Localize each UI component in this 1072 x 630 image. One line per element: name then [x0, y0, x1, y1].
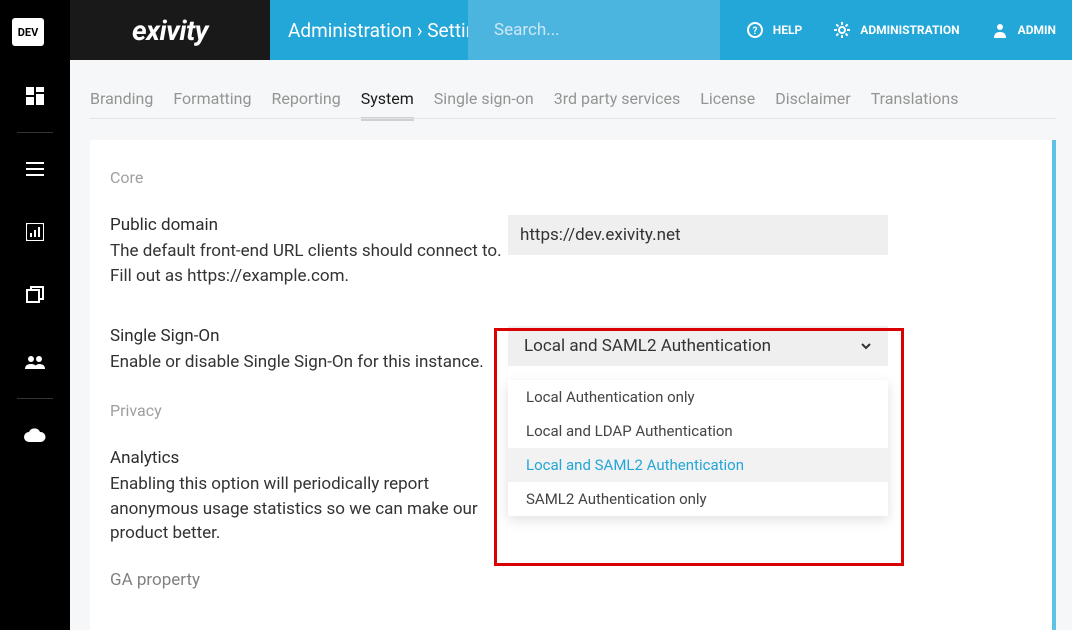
user-icon [992, 22, 1008, 38]
sso-option-ldap[interactable]: Local and LDAP Authentication [508, 414, 888, 448]
sso-option-local[interactable]: Local Authentication only [508, 380, 888, 414]
user-link[interactable]: ADMIN [976, 22, 1072, 38]
field-sso: Single Sign-On Enable or disable Single … [110, 326, 1052, 375]
dashboard-icon[interactable] [0, 82, 70, 110]
tab-branding[interactable]: Branding [90, 89, 153, 121]
tab-reporting[interactable]: Reporting [272, 89, 341, 121]
public-domain-label: Public domain [110, 215, 508, 235]
analytics-help: Enabling this option will periodically r… [110, 472, 508, 546]
analytics-label: Analytics [110, 448, 508, 468]
cloud-icon[interactable] [0, 421, 70, 449]
sidebar-divider [17, 132, 53, 133]
sso-option-saml-only[interactable]: SAML2 Authentication only [508, 482, 888, 516]
chevron-down-icon [860, 340, 872, 352]
field-ga: GA property [110, 570, 1052, 594]
help-icon: ? [747, 22, 763, 38]
top-nav: ? HELP ADMINISTRATION ADMIN [731, 0, 1072, 60]
public-domain-help: The default front-end URL clients should… [110, 239, 508, 288]
public-domain-input[interactable] [508, 215, 888, 255]
field-public-domain: Public domain The default front-end URL … [110, 215, 1052, 288]
sso-label: Single Sign-On [110, 326, 508, 346]
gear-icon [834, 22, 850, 38]
sso-help: Enable or disable Single Sign-On for thi… [110, 350, 508, 375]
sidebar-divider [17, 398, 53, 399]
menu-icon[interactable] [0, 155, 70, 183]
chart-icon[interactable] [0, 218, 70, 246]
sso-option-saml[interactable]: Local and SAML2 Authentication [508, 448, 888, 482]
settings-panel: Core Public domain The default front-end… [90, 140, 1056, 630]
sso-selected-value: Local and SAML2 Authentication [524, 336, 771, 356]
tab-formatting[interactable]: Formatting [173, 89, 251, 121]
sso-dropdown: Local Authentication only Local and LDAP… [508, 380, 888, 516]
tab-sso[interactable]: Single sign-on [434, 89, 534, 121]
ga-label: GA property [110, 570, 508, 590]
tab-system[interactable]: System [361, 89, 414, 121]
search-input[interactable] [468, 20, 720, 40]
breadcrumb: Administration › Settings [288, 19, 497, 42]
tabs: Branding Formatting Reporting System Sin… [90, 89, 959, 121]
tab-third-party[interactable]: 3rd party services [554, 89, 681, 121]
tab-translations[interactable]: Translations [871, 89, 959, 121]
breadcrumb-root[interactable]: Administration [288, 19, 412, 42]
tab-license[interactable]: License [700, 89, 755, 121]
logo[interactable]: exivity [70, 0, 270, 60]
svg-text:?: ? [752, 26, 757, 37]
users-icon[interactable] [0, 348, 70, 376]
section-core: Core [110, 168, 1052, 187]
tab-disclaimer[interactable]: Disclaimer [775, 89, 850, 121]
administration-link[interactable]: ADMINISTRATION [818, 22, 975, 38]
help-link[interactable]: ? HELP [731, 22, 818, 38]
sso-select[interactable]: Local and SAML2 Authentication [508, 326, 888, 366]
dev-badge: DEV [12, 18, 44, 46]
search-box[interactable] [468, 0, 720, 60]
sidebar: DEV [0, 0, 70, 630]
tabs-underline [90, 118, 1056, 119]
library-icon[interactable] [0, 281, 70, 309]
